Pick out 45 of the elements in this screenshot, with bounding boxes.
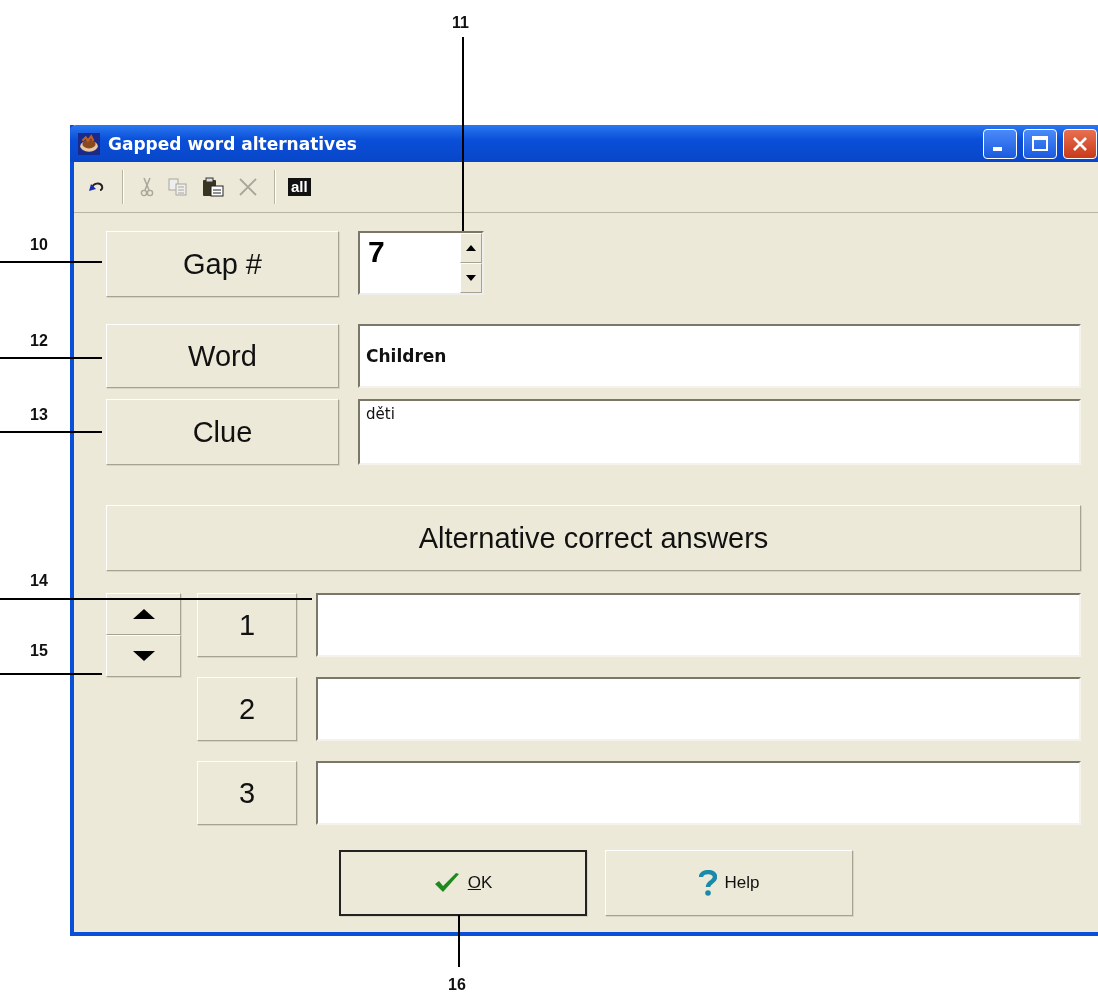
answer-field[interactable] — [316, 761, 1081, 825]
callout-number: 13 — [30, 406, 48, 424]
maximize-button[interactable] — [1023, 128, 1057, 159]
minimize-button[interactable] — [983, 128, 1017, 159]
down-arrow-icon — [132, 651, 155, 661]
checkmark-icon — [433, 872, 460, 894]
undo-icon — [88, 180, 106, 194]
cross-icon — [238, 177, 258, 197]
callout-number: 15 — [30, 642, 48, 660]
leader-line — [458, 915, 460, 967]
callout-number: 12 — [30, 332, 48, 350]
section-header: Alternative correct answers — [106, 505, 1081, 571]
spin-down-icon[interactable] — [460, 263, 482, 293]
word-field[interactable]: Children — [358, 324, 1081, 388]
answer-field[interactable] — [316, 593, 1081, 657]
answer-field[interactable] — [316, 677, 1081, 741]
answer-number-button[interactable]: 2 — [197, 677, 297, 741]
select-all-button[interactable]: all — [288, 177, 311, 197]
clue-label-button[interactable]: Clue — [106, 399, 339, 465]
clue-field[interactable]: děti — [358, 399, 1081, 465]
help-button[interactable]: Help — [605, 850, 853, 916]
window-title: Gapped word alternatives — [108, 133, 357, 154]
word-label-button[interactable]: Word — [106, 324, 339, 388]
answer-number-button[interactable]: 3 — [197, 761, 297, 825]
answer-number-button[interactable]: 1 — [197, 593, 297, 657]
question-mark-icon — [698, 870, 717, 896]
up-arrow-icon — [132, 609, 155, 619]
gap-label-button[interactable]: Gap # — [106, 231, 339, 297]
minimize-icon — [992, 146, 1002, 151]
app-icon — [78, 132, 100, 155]
callout-number: 14 — [30, 572, 48, 590]
close-icon — [1071, 134, 1089, 153]
copy-icon — [168, 178, 188, 196]
scissors-icon — [140, 177, 154, 197]
ok-button[interactable]: OK — [339, 850, 587, 916]
callout-number: 11 — [452, 14, 469, 32]
spin-up-icon[interactable] — [460, 233, 482, 263]
gap-number-spinner[interactable]: 7 — [358, 231, 484, 295]
maximize-icon — [1031, 134, 1049, 153]
move-up-button[interactable] — [106, 593, 181, 635]
clipboard-icon — [202, 177, 224, 197]
callout-number: 16 — [448, 976, 466, 994]
callout-number: 10 — [30, 236, 48, 254]
close-button[interactable] — [1063, 128, 1097, 159]
move-down-button[interactable] — [106, 635, 181, 677]
